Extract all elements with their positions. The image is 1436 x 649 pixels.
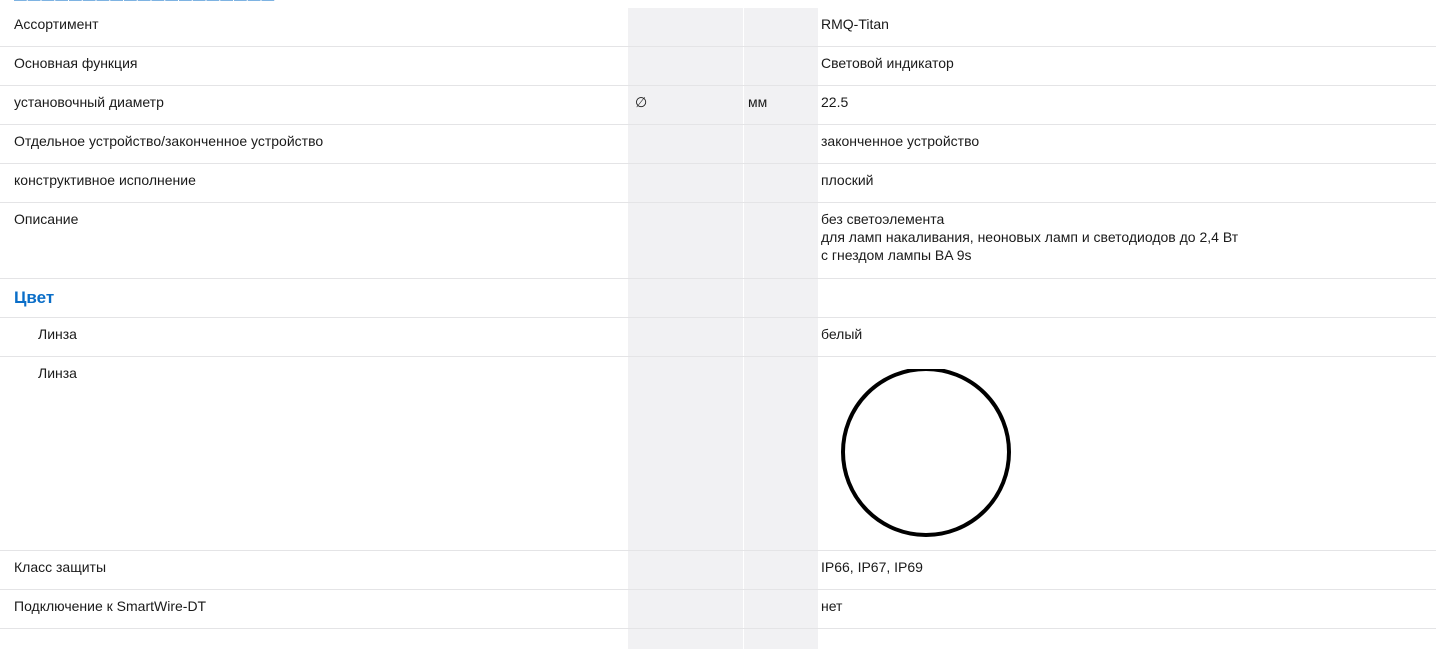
row-value: нет xyxy=(818,589,1436,629)
row-label: Отдельное устройство/законченное устройс… xyxy=(0,124,628,164)
table-row: Основная функция Световой индикатор xyxy=(0,46,1436,86)
row-unit xyxy=(743,163,818,203)
product-spec-page: ▀▀▀▀▀▀▀▀▀▀▀▀▀▀▀▀▀▀▀ Ассортимент RMQ-Tita… xyxy=(0,0,1436,649)
lens-swatch-cell xyxy=(818,356,1436,551)
section-title: Цвет xyxy=(0,278,628,318)
table-row: Линза белый xyxy=(0,317,1436,357)
section-header-row: Цвет xyxy=(0,278,1436,318)
row-value: 22.5 xyxy=(818,85,1436,125)
cut-off-heading-glyphs: ▀▀▀▀▀▀▀▀▀▀▀▀▀▀▀▀▀▀▀ xyxy=(14,0,275,8)
table-row: конструктивное исполнение плоский xyxy=(0,163,1436,203)
row-symbol xyxy=(628,163,743,203)
row-label: Основная функция xyxy=(0,46,628,86)
row-symbol xyxy=(628,46,743,86)
table-row: Ассортимент RMQ-Titan xyxy=(0,8,1436,47)
row-unit xyxy=(743,8,818,47)
cut-off-heading: ▀▀▀▀▀▀▀▀▀▀▀▀▀▀▀▀▀▀▀ xyxy=(0,0,1436,8)
row-value: законченное устройство xyxy=(818,124,1436,164)
row-symbol xyxy=(628,8,743,47)
row-label: Описание xyxy=(0,202,628,279)
row-value: RMQ-Titan xyxy=(818,8,1436,47)
row-value: плоский xyxy=(818,163,1436,203)
row-label: установочный диаметр xyxy=(0,85,628,125)
row-value: Световой индикатор xyxy=(818,46,1436,86)
table-row: Отдельное устройство/законченное устройс… xyxy=(0,124,1436,164)
row-symbol xyxy=(628,124,743,164)
row-label: Подключение к SmartWire-DT xyxy=(0,589,628,629)
description-line: с гнездом лампы BA 9s xyxy=(821,247,972,263)
table-row: установочный диаметр ∅ мм 22.5 xyxy=(0,85,1436,125)
row-unit xyxy=(743,124,818,164)
row-value: IP66, IP67, IP69 xyxy=(818,550,1436,590)
row-value: белый xyxy=(818,317,1436,357)
row-label: конструктивное исполнение xyxy=(0,163,628,203)
description-row: Описание без светоэлемента для ламп нака… xyxy=(0,202,1436,279)
row-label: Линза xyxy=(0,356,628,551)
row-label: Ассортимент xyxy=(0,8,628,47)
row-unit: мм xyxy=(743,85,818,125)
lens-color-swatch-icon xyxy=(841,369,1011,537)
description-line: без светоэлемента xyxy=(821,211,945,227)
table-row: Подключение к SmartWire-DT нет xyxy=(0,589,1436,629)
diameter-symbol: ∅ xyxy=(628,85,743,125)
lens-swatch-row: Линза xyxy=(0,356,1436,551)
spec-table: Ассортимент RMQ-Titan Основная функция С… xyxy=(0,8,1436,629)
table-row: Класс защиты IP66, IP67, IP69 xyxy=(0,550,1436,590)
row-unit xyxy=(743,46,818,86)
row-label: Класс защиты xyxy=(0,550,628,590)
description-line: для ламп накаливания, неоновых ламп и св… xyxy=(821,229,1239,245)
description-value: без светоэлемента для ламп накаливания, … xyxy=(818,202,1436,279)
row-label: Линза xyxy=(0,317,628,357)
